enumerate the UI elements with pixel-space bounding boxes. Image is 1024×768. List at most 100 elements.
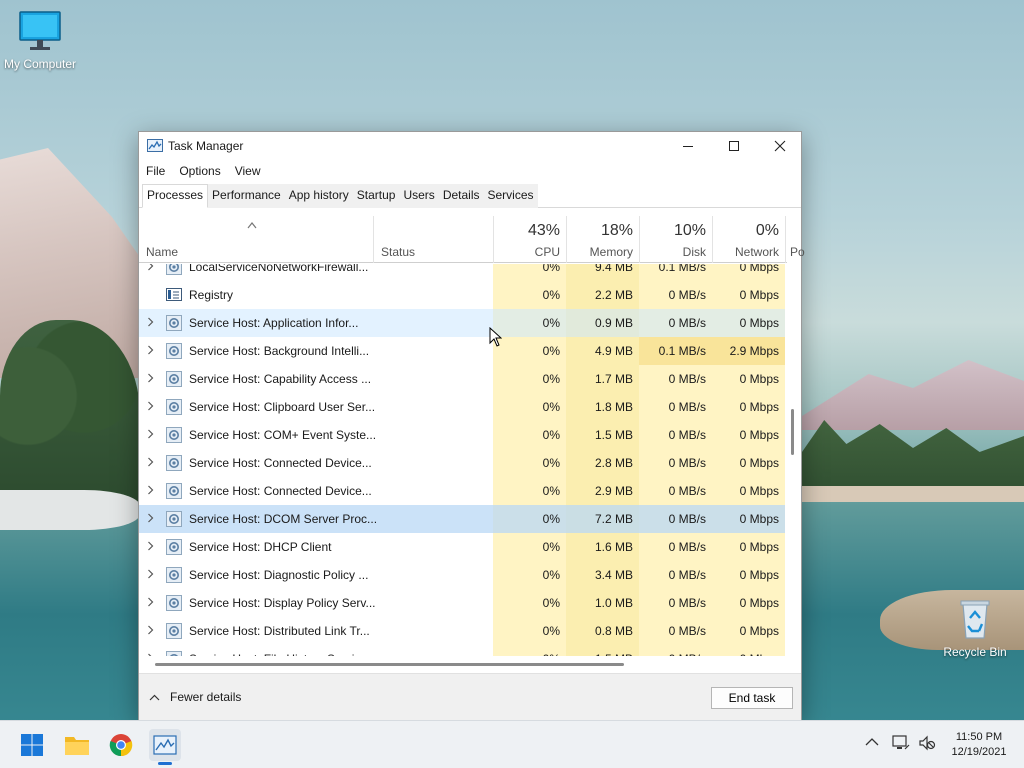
expand-chevron-icon[interactable] [147,540,154,554]
expand-chevron-icon[interactable] [147,372,154,386]
process-cpu: 0% [542,540,560,554]
process-network: 0 Mbps [712,652,779,656]
service-host-icon [166,315,182,331]
network-status-button[interactable] [892,735,910,754]
process-memory: 0.9 MB [594,316,633,330]
menu-view[interactable]: View [228,162,268,182]
minimize-button[interactable] [665,132,711,160]
expand-chevron-icon[interactable] [147,652,154,656]
expand-chevron-icon[interactable] [147,456,154,470]
expand-chevron-icon[interactable] [147,316,154,330]
process-network: 0 Mbps [739,400,779,414]
expand-chevron-icon[interactable] [147,512,154,526]
menu-options[interactable]: Options [172,162,227,182]
close-icon [774,140,786,152]
tab-services[interactable]: Services [483,184,538,208]
file-explorer-button[interactable] [61,729,93,761]
process-cpu: 0% [493,652,560,656]
expand-chevron-icon[interactable] [147,484,154,498]
tab-startup[interactable]: Startup [352,184,400,208]
wallpaper-shore [0,490,140,530]
process-name: Service Host: Distributed Link Tr... [189,624,370,638]
horizontal-scrollbar-thumb[interactable] [155,663,624,666]
chevron-up-icon [149,690,160,704]
task-manager-taskbar-button[interactable] [149,729,181,765]
column-cpu[interactable]: 43% CPU [493,216,566,263]
process-cpu: 0% [542,372,560,386]
process-disk: 0 MB/s [668,540,706,554]
process-network: 0 Mbps [739,428,779,442]
process-row[interactable]: Service Host: Clipboard User Ser... 0% 1.8… [139,393,785,421]
process-row[interactable]: Service Host: Distributed Link Tr... 0% 0.… [139,617,785,645]
tab-details[interactable]: Details [438,184,484,208]
fewer-details-button[interactable]: Fewer details [149,690,241,704]
column-label: Memory [589,245,633,259]
process-row[interactable]: Service Host: COM+ Event Syste... 0% 1.5 M… [139,421,785,449]
process-row[interactable]: Service Host: Background Intelli... 0% 4.9… [139,337,785,365]
process-disk: 0 MB/s [668,512,706,526]
close-button[interactable] [757,132,803,160]
column-name[interactable]: Name [139,216,373,263]
recycle-bin-icon [960,600,990,639]
task-manager-icon [153,735,177,755]
process-row[interactable]: Service Host: File History Service 0% 1.5 … [139,645,785,656]
maximize-button[interactable] [711,132,757,160]
process-row[interactable]: Registry 0% 2.2 MB 0 MB/s 0 Mbps [139,281,785,309]
start-button[interactable] [16,729,48,761]
expand-chevron-icon[interactable] [147,624,154,638]
window-title: Task Manager [168,139,244,153]
process-memory: 1.0 MB [594,596,633,610]
volume-muted-icon [919,735,936,751]
column-network[interactable]: 0% Network [712,216,785,263]
column-power[interactable]: Po [785,216,805,263]
desktop-icon-recycle-bin[interactable]: Recycle Bin [935,598,1015,659]
vertical-scrollbar-thumb[interactable] [791,409,794,455]
process-row[interactable]: Service Host: Display Policy Serv... 0% 1.… [139,589,785,617]
process-row[interactable]: Service Host: Application Infor... 0% 0.9 … [139,309,785,337]
tab-processes[interactable]: Processes [142,184,209,208]
process-disk: 0 MB/s [668,288,706,302]
system-clock[interactable]: 11:50 PM 12/19/2021 [944,730,1014,760]
process-row[interactable]: Service Host: DCOM Server Proc... 0% 7.2 M… [139,505,785,533]
desktop-icon-my-computer[interactable]: My Computer [0,10,80,71]
process-disk: 0.1 MB/s [658,344,706,358]
process-table: LocalServiceNoNetworkFirewall... 0% 9.4 MB… [139,264,787,656]
column-disk[interactable]: 10% Disk [639,216,712,263]
tab-performance[interactable]: Performance [208,184,285,208]
process-row[interactable]: Service Host: Diagnostic Policy ... 0% 3.4… [139,561,785,589]
process-row[interactable]: Service Host: DHCP Client 0% 1.6 MB 0 MB/s 0… [139,533,785,561]
expand-chevron-icon[interactable] [147,596,154,610]
column-label: CPU [534,245,560,259]
expand-chevron-icon[interactable] [147,264,154,274]
title-bar[interactable]: Task Manager [139,132,801,160]
column-label: Name [146,245,179,259]
process-row[interactable]: Service Host: Connected Device... 0% 2.8 M… [139,449,785,477]
process-row[interactable]: Service Host: Capability Access ... 0% 1.7… [139,365,785,393]
tab-app-history[interactable]: App history [284,184,353,208]
process-network: 0 Mbps [739,372,779,386]
expand-chevron-icon[interactable] [147,400,154,414]
tab-users[interactable]: Users [399,184,439,208]
show-hidden-icons-button[interactable] [865,735,879,750]
expand-chevron-icon[interactable] [147,568,154,582]
column-memory[interactable]: 18% Memory [566,216,639,263]
expand-chevron-icon[interactable] [147,428,154,442]
clock-date: 12/19/2021 [951,746,1007,758]
chrome-button[interactable] [105,729,137,761]
process-row[interactable]: LocalServiceNoNetworkFirewall... 0% 9.4 MB… [139,264,785,281]
menu-file[interactable]: File [139,162,172,182]
process-network: 0 Mbps [739,540,779,554]
chrome-icon [109,734,133,757]
end-task-button[interactable]: End task [711,687,793,709]
process-disk: 0 MB/s [668,316,706,330]
column-status[interactable]: Status [373,216,493,263]
process-name: Service Host: Background Intelli... [189,344,370,358]
desktop-icon-label: My Computer [3,57,77,71]
sort-ascending-icon [247,218,257,232]
process-row[interactable]: Service Host: Connected Device... 0% 2.9 M… [139,477,785,505]
process-network: 0 Mbps [739,264,779,274]
process-cpu: 0% [542,596,560,610]
memory-total: 18% [600,222,633,239]
expand-chevron-icon[interactable] [147,344,154,358]
volume-button[interactable] [918,735,936,754]
